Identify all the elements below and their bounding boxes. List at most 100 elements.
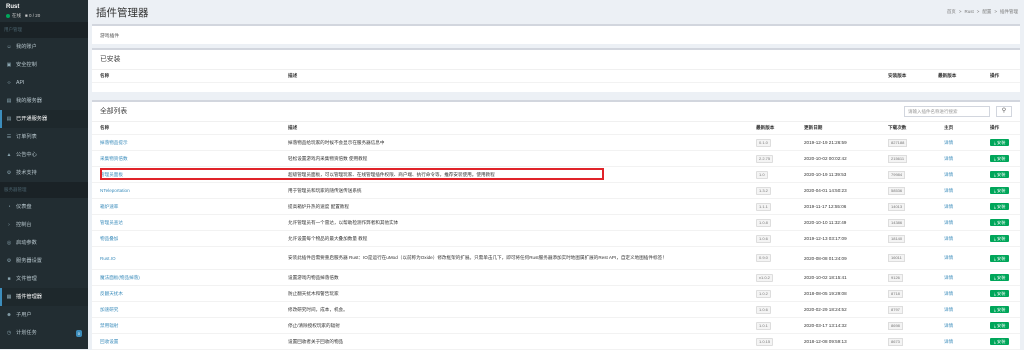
plugin-updated-cell: 2019-11-17 12:55:06 [804, 199, 846, 214]
install-button[interactable]: ⤓ 安装 [990, 203, 1010, 210]
tab-game-plugins[interactable]: 游戏插件 [100, 32, 119, 39]
plugin-home-link[interactable]: 详情 [944, 204, 953, 210]
plugin-description: 设置游戏内物品掉落倍数 [288, 274, 339, 280]
installed-title: 已安装 [92, 50, 1020, 70]
sidebar-item[interactable]: ▣ 安全控制 [0, 56, 88, 74]
sidebar-item[interactable]: ☻ 子用户 [0, 306, 88, 324]
sidebar-item[interactable]: ▲ 公告中心 [0, 146, 88, 164]
plugin-downloads: 8797 [888, 305, 903, 314]
search-button[interactable]: ⚲ [996, 106, 1012, 117]
plugin-name-link[interactable]: 管理员查达 [100, 220, 123, 226]
plugin-updated-cell: 2020-08-08 01:24:09 [804, 247, 847, 269]
plugin-name-link[interactable]: 箱炉速率 [100, 204, 118, 210]
install-button[interactable]: ⤓ 安装 [990, 155, 1010, 162]
plugin-updated-cell: 2020-10-19 11:39:53 [804, 167, 846, 182]
plugin-downloads-cell: 58536 [888, 183, 906, 198]
sidebar-item[interactable]: ◔ 仪表盘 [0, 198, 88, 216]
sidebar-item-label: 文件管理 [16, 276, 37, 282]
install-button[interactable]: ⤓ 安装 [990, 235, 1010, 242]
plugin-version-cell: v1.0.2 [756, 270, 773, 285]
plugin-home-link-cell: 详情 [944, 302, 953, 317]
sidebar-item[interactable]: ▤ 已开通服务器 [0, 110, 88, 128]
install-button[interactable]: ⤓ 安装 [990, 274, 1010, 281]
install-label: 安装 [997, 236, 1006, 241]
plugin-home-link[interactable]: 详情 [944, 188, 953, 194]
plugin-name-link[interactable]: 回收设置 [100, 339, 118, 345]
bell-icon: ▲ [6, 152, 12, 158]
install-button[interactable]: ⤓ 安装 [990, 219, 1010, 226]
breadcrumb: 首页 > Rust > 配置 > 插件管理 [947, 9, 1018, 15]
breadcrumb-item[interactable]: 配置 [982, 9, 991, 15]
highlight-box [100, 168, 604, 180]
plugin-updated: 2020-10-10 11:32:49 [804, 220, 847, 225]
install-button[interactable]: ⤓ 安装 [990, 306, 1010, 313]
plugin-name-link[interactable]: 物品叠加 [100, 236, 118, 242]
install-cell: ⤓ 安装 [990, 247, 1010, 269]
plugin-downloads: 8718 [888, 289, 903, 298]
plugin-home-link[interactable]: 详情 [944, 236, 953, 242]
server-brand: Rust 在线 ■ 0 / 20 [0, 0, 88, 22]
table-row: NTeleportation 用于管理员和玩家的随传送传送系统 1.3.2 2020-… [92, 183, 1020, 199]
plugin-home-link[interactable]: 详情 [944, 172, 953, 178]
sidebar-item-label: 子用户 [16, 312, 32, 318]
server-icon: ▤ [6, 98, 12, 104]
install-button[interactable]: ⤓ 安装 [990, 290, 1010, 297]
plugin-name-link-cell: 管理员查达 [100, 215, 123, 230]
plugin-name-link[interactable]: NTeleportation [100, 188, 130, 193]
plugin-name-link[interactable]: 掉落物品提示 [100, 140, 128, 146]
plugin-home-link[interactable]: 详情 [944, 339, 953, 345]
sidebar-item[interactable]: ▤ 我的服务器 [0, 92, 88, 110]
plugin-version-cell: 1.0 [756, 167, 768, 182]
sidebar-item[interactable]: ☺ 我的账户 [0, 38, 88, 56]
install-button[interactable]: ⤓ 安装 [990, 322, 1010, 329]
plugin-name-link[interactable]: Rust.IO [100, 256, 116, 261]
sidebar-item[interactable]: ⚙ 技术支持 [0, 164, 88, 182]
plugin-updated-cell: 2020-10-10 11:32:49 [804, 215, 846, 230]
plugin-downloads: 18140 [888, 234, 906, 243]
sidebar-item[interactable]: › 控制台 [0, 216, 88, 234]
plugin-version-cell: 1.0.6 [756, 302, 771, 317]
plugin-description: 设置回收者关于回收的物品 [288, 338, 344, 344]
plugin-home-link[interactable]: 详情 [944, 255, 953, 261]
sidebar-item[interactable]: ■ 文件管理 [0, 270, 88, 288]
plugin-name-link[interactable]: 禁用辐射 [100, 323, 118, 329]
plugin-home-link[interactable]: 详情 [944, 291, 953, 297]
install-label: 安装 [997, 140, 1006, 145]
plugin-home-link[interactable]: 详情 [944, 275, 953, 281]
plugin-name-link[interactable]: 魔法面板(物品掉落) [100, 275, 140, 281]
plugin-home-link[interactable]: 详情 [944, 323, 953, 329]
install-label: 安装 [997, 255, 1006, 261]
sidebar-item[interactable]: ‹› API [0, 74, 88, 92]
plugin-name-link-cell: 箱炉速率 [100, 199, 118, 214]
plugin-name-link[interactable]: 采集物资倍数 [100, 156, 128, 162]
install-button[interactable]: ⤓ 安装 [990, 171, 1010, 178]
sidebar-item[interactable]: ◷ 计划任务 0 [0, 324, 88, 342]
install-button[interactable]: ⤓ 安装 [990, 254, 1010, 262]
install-cell: ⤓ 安装 [990, 199, 1010, 214]
install-button[interactable]: ⤓ 安装 [990, 139, 1010, 146]
plugin-home-link[interactable]: 详情 [944, 140, 953, 146]
plugin-home-link[interactable]: 详情 [944, 307, 953, 313]
search-icon: ⚲ [1001, 108, 1007, 114]
plugin-downloads-cell: 9126 [888, 270, 903, 285]
install-button[interactable]: ⤓ 安装 [990, 338, 1010, 345]
sidebar: Rust 在线 ■ 0 / 20 用户管理 ☺ 我的账户 ▣ 安全控制 ‹› API ▤ 我的… [0, 0, 88, 349]
breadcrumb-item[interactable]: Rust [964, 9, 973, 15]
plugin-name-link-cell: NTeleportation [100, 183, 130, 198]
sidebar-item[interactable]: ◎ 启动参数 [0, 234, 88, 252]
plugin-name-link[interactable]: 反翻天扰木 [100, 291, 123, 297]
sidebar-item[interactable]: ☰ 订单列表 [0, 128, 88, 146]
plugin-version-cell: 1.0.8 [756, 215, 771, 230]
plugin-home-link[interactable]: 详情 [944, 220, 953, 226]
sidebar-item-label: 已开通服务器 [16, 116, 48, 122]
install-button[interactable]: ⤓ 安装 [990, 187, 1010, 194]
search-input[interactable]: 请输入插件名称进行搜索 [904, 106, 990, 117]
sidebar-item[interactable]: ▦ 插件管理器 [0, 288, 88, 306]
plugin-name-link[interactable]: 加速研究 [100, 307, 118, 313]
breadcrumb-item[interactable]: 首页 [947, 9, 956, 15]
section-label-user: 用户管理 [0, 22, 88, 38]
plugin-downloads: 8698 [888, 321, 903, 330]
plugin-name-link-cell: 禁用辐射 [100, 318, 118, 333]
sidebar-item[interactable]: ⚙ 服务器设置 [0, 252, 88, 270]
plugin-home-link[interactable]: 详情 [944, 156, 953, 162]
